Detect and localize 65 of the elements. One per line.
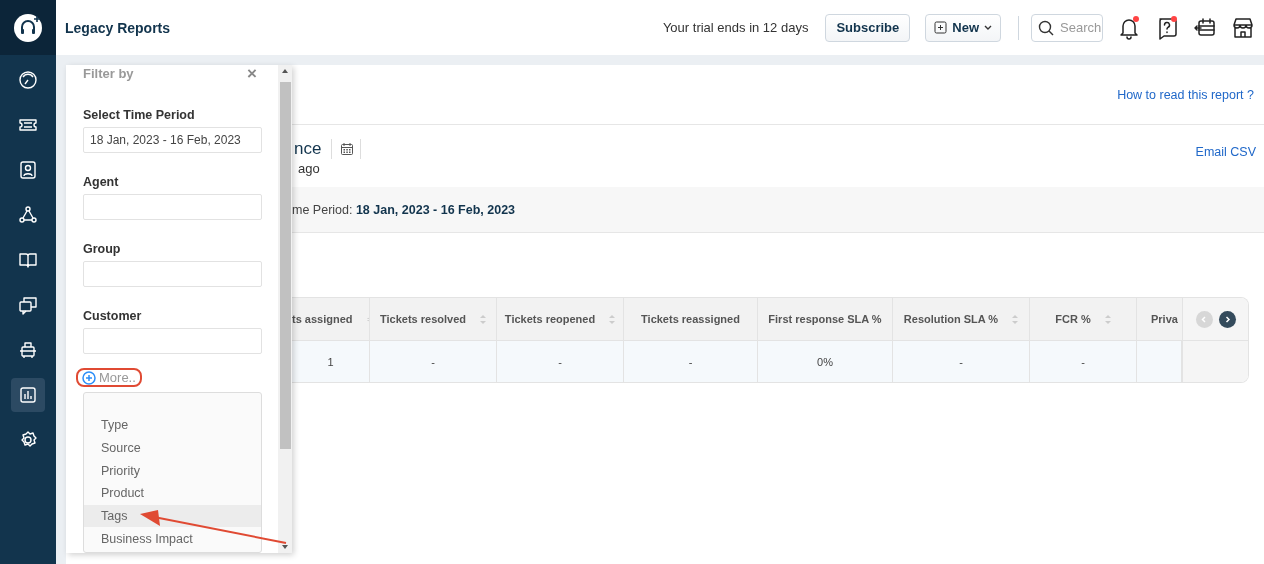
more-button[interactable]: More.. [76,368,142,387]
sort-icon [1012,314,1019,324]
table-cell: - [370,341,497,382]
column-header[interactable]: Tickets resolved [370,298,497,341]
column-header[interactable]: Resolution SLA % [893,298,1030,341]
scrollbar[interactable] [278,65,292,553]
report-subtitle: ago [297,161,321,176]
page-title: Legacy Reports [65,19,171,36]
table-cell: - [1030,341,1137,382]
field-label: Select Time Period [83,108,196,122]
report-title: nce [294,139,333,159]
option-item[interactable]: Tags [84,504,261,528]
column-header[interactable]: ts assigned [292,298,370,341]
option-item[interactable]: Product [84,482,261,505]
input-field[interactable]: 18 Jan, 2023 - 16 Feb, 2023 [83,127,262,153]
input-field[interactable] [83,328,262,354]
column-header: First response SLA % [758,298,893,341]
table-cell: 0% [758,341,893,382]
sort-icon [609,314,616,324]
column-header[interactable]: Tickets reopened [497,298,624,341]
close-button[interactable]: × [247,65,260,82]
time-period-text: me Period: 18 Jan, 2023 - 16 Feb, 2023 [292,202,516,217]
sort-icon [1104,314,1111,324]
up-arrow-icon [281,68,289,74]
plus-square-icon [934,21,948,34]
table-cell: - [624,341,758,382]
subscribe-button[interactable]: Subscribe [825,13,911,42]
option-item[interactable]: Business Impact [84,527,261,551]
option-item[interactable]: Source [84,436,261,460]
field-label: Agent [83,175,120,189]
input-field[interactable] [83,261,262,287]
email-csv-link[interactable]: Email CSV [1195,145,1256,187]
plus-circle-icon [82,370,96,385]
gauge-icon [18,70,38,90]
robot-icon [18,340,38,360]
reports-icon [18,385,38,405]
next-button[interactable] [1219,310,1236,328]
contact-icon [18,160,38,180]
table-cell: - [497,341,624,382]
calendar-icon[interactable] [340,142,355,156]
column-header[interactable]: FCR % [1030,298,1137,341]
table-cell: - [893,341,1030,382]
column-header: Priva [1137,298,1182,341]
panel-title: Filter by [83,66,134,81]
book-icon [18,250,38,270]
option-item[interactable]: Type [84,414,261,437]
field-label: Group [83,242,122,256]
table-cell: 1 [292,341,370,382]
field-label: Customer [83,309,143,323]
help-link[interactable]: How to read this report ? [1117,87,1254,102]
store-icon[interactable] [1231,15,1255,40]
trial-notice: Your trial ends in 12 days [662,20,809,35]
search-field[interactable]: Search [1031,13,1103,42]
nodes-icon [18,205,38,225]
column-header: Tickets reassigned [624,298,758,341]
chat-icon [18,295,38,315]
search-icon [1038,19,1054,36]
logo[interactable] [13,12,43,43]
caret-icon [984,25,992,30]
option-item[interactable]: Priority [84,459,261,483]
sidebar-item[interactable] [11,378,45,412]
new-button[interactable]: New [925,13,1001,42]
input-field[interactable] [83,194,262,220]
down-arrow-icon [281,544,289,550]
sort-icon [480,314,486,324]
